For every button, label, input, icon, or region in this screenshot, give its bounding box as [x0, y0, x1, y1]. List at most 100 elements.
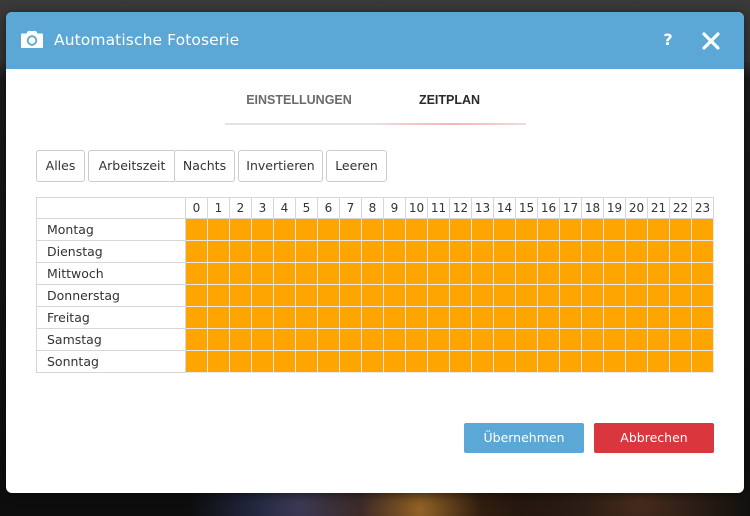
day-label[interactable]: Montag: [36, 218, 186, 241]
time-slot[interactable]: [361, 284, 384, 307]
time-slot[interactable]: [295, 262, 318, 285]
day-label[interactable]: Samstag: [36, 328, 186, 351]
time-slot[interactable]: [339, 328, 362, 351]
time-slot[interactable]: [339, 306, 362, 329]
time-slot[interactable]: [251, 350, 274, 373]
time-slot[interactable]: [691, 262, 714, 285]
time-slot[interactable]: [537, 240, 560, 263]
time-slot[interactable]: [427, 350, 450, 373]
time-slot[interactable]: [273, 240, 296, 263]
hour-header[interactable]: 2: [229, 197, 252, 219]
hour-header[interactable]: 19: [603, 197, 626, 219]
help-icon[interactable]: ?: [657, 28, 679, 52]
time-slot[interactable]: [383, 328, 406, 351]
time-slot[interactable]: [427, 306, 450, 329]
time-slot[interactable]: [185, 240, 208, 263]
time-slot[interactable]: [669, 262, 692, 285]
time-slot[interactable]: [559, 284, 582, 307]
time-slot[interactable]: [537, 218, 560, 241]
time-slot[interactable]: [405, 218, 428, 241]
hour-header[interactable]: 11: [427, 197, 450, 219]
time-slot[interactable]: [229, 262, 252, 285]
time-slot[interactable]: [559, 350, 582, 373]
time-slot[interactable]: [537, 328, 560, 351]
time-slot[interactable]: [427, 218, 450, 241]
time-slot[interactable]: [295, 284, 318, 307]
time-slot[interactable]: [691, 284, 714, 307]
time-slot[interactable]: [647, 240, 670, 263]
hour-header[interactable]: 22: [669, 197, 692, 219]
time-slot[interactable]: [361, 350, 384, 373]
time-slot[interactable]: [625, 284, 648, 307]
time-slot[interactable]: [317, 350, 340, 373]
time-slot[interactable]: [559, 306, 582, 329]
hour-header[interactable]: 17: [559, 197, 582, 219]
time-slot[interactable]: [515, 284, 538, 307]
preset-night-button[interactable]: Nachts: [174, 150, 235, 182]
time-slot[interactable]: [185, 284, 208, 307]
time-slot[interactable]: [339, 262, 362, 285]
time-slot[interactable]: [559, 240, 582, 263]
apply-button[interactable]: Übernehmen: [464, 423, 584, 453]
time-slot[interactable]: [647, 262, 670, 285]
time-slot[interactable]: [383, 306, 406, 329]
time-slot[interactable]: [669, 218, 692, 241]
time-slot[interactable]: [603, 306, 626, 329]
time-slot[interactable]: [603, 240, 626, 263]
time-slot[interactable]: [295, 306, 318, 329]
time-slot[interactable]: [515, 306, 538, 329]
time-slot[interactable]: [471, 284, 494, 307]
time-slot[interactable]: [405, 240, 428, 263]
time-slot[interactable]: [581, 218, 604, 241]
time-slot[interactable]: [361, 328, 384, 351]
time-slot[interactable]: [427, 328, 450, 351]
time-slot[interactable]: [581, 262, 604, 285]
time-slot[interactable]: [405, 284, 428, 307]
time-slot[interactable]: [625, 262, 648, 285]
hour-header[interactable]: 20: [625, 197, 648, 219]
hour-header[interactable]: 18: [581, 197, 604, 219]
time-slot[interactable]: [317, 240, 340, 263]
time-slot[interactable]: [251, 262, 274, 285]
time-slot[interactable]: [273, 284, 296, 307]
time-slot[interactable]: [405, 262, 428, 285]
hour-header[interactable]: 6: [317, 197, 340, 219]
time-slot[interactable]: [185, 262, 208, 285]
time-slot[interactable]: [559, 262, 582, 285]
time-slot[interactable]: [647, 306, 670, 329]
time-slot[interactable]: [581, 240, 604, 263]
time-slot[interactable]: [493, 240, 516, 263]
hour-header[interactable]: 10: [405, 197, 428, 219]
time-slot[interactable]: [603, 218, 626, 241]
time-slot[interactable]: [537, 350, 560, 373]
time-slot[interactable]: [361, 240, 384, 263]
preset-worktime-button[interactable]: Arbeitszeit: [88, 150, 176, 182]
time-slot[interactable]: [339, 218, 362, 241]
time-slot[interactable]: [493, 328, 516, 351]
time-slot[interactable]: [317, 284, 340, 307]
time-slot[interactable]: [691, 240, 714, 263]
time-slot[interactable]: [603, 350, 626, 373]
time-slot[interactable]: [251, 306, 274, 329]
hour-header[interactable]: 1: [207, 197, 230, 219]
time-slot[interactable]: [449, 328, 472, 351]
time-slot[interactable]: [339, 284, 362, 307]
time-slot[interactable]: [669, 306, 692, 329]
time-slot[interactable]: [515, 328, 538, 351]
time-slot[interactable]: [207, 306, 230, 329]
time-slot[interactable]: [405, 328, 428, 351]
time-slot[interactable]: [581, 284, 604, 307]
day-label[interactable]: Sonntag: [36, 350, 186, 373]
time-slot[interactable]: [207, 262, 230, 285]
time-slot[interactable]: [647, 218, 670, 241]
time-slot[interactable]: [669, 350, 692, 373]
time-slot[interactable]: [185, 218, 208, 241]
time-slot[interactable]: [691, 218, 714, 241]
time-slot[interactable]: [185, 350, 208, 373]
time-slot[interactable]: [273, 306, 296, 329]
time-slot[interactable]: [251, 218, 274, 241]
hour-header[interactable]: 3: [251, 197, 274, 219]
time-slot[interactable]: [383, 218, 406, 241]
time-slot[interactable]: [537, 306, 560, 329]
time-slot[interactable]: [317, 328, 340, 351]
